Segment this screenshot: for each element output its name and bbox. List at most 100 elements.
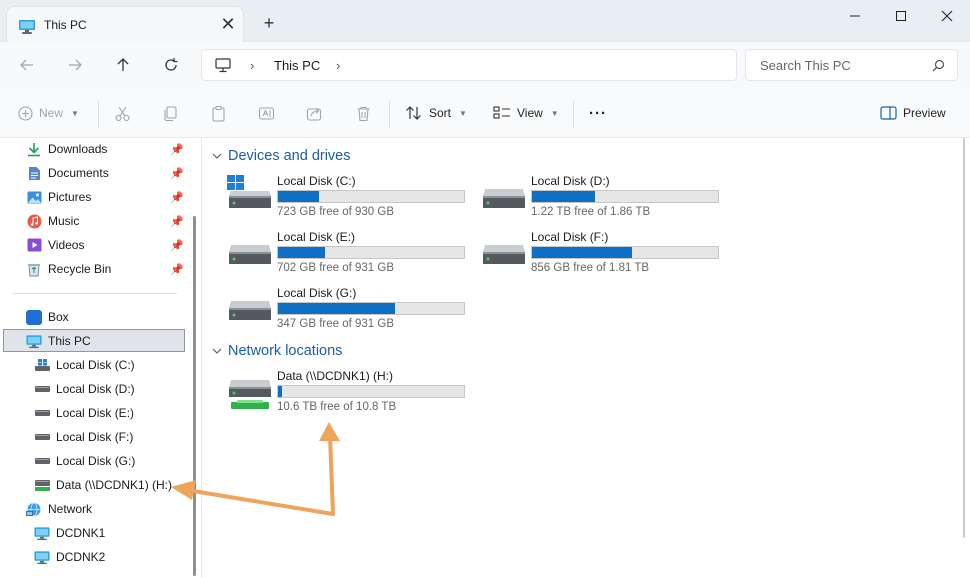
drive-tile-c[interactable]: Local Disk (C:) 723 GB free of 930 GB bbox=[227, 174, 472, 224]
up-button[interactable] bbox=[110, 52, 136, 78]
pin-icon[interactable]: 📌 bbox=[170, 263, 184, 277]
sidebar-item-documents[interactable]: Documents bbox=[26, 162, 109, 184]
arrow-left-icon bbox=[20, 59, 33, 71]
tab-this-pc[interactable]: This PC ✕ bbox=[6, 6, 244, 42]
sidebar-item-dcdnk2[interactable]: DCDNK2 bbox=[34, 546, 105, 568]
new-tab-button[interactable]: + bbox=[258, 12, 280, 34]
sidebar-item-drive-e[interactable]: Local Disk (E:) bbox=[34, 402, 134, 424]
group-devices-and-drives[interactable]: Devices and drives bbox=[212, 146, 351, 166]
windows-drive-icon bbox=[34, 357, 50, 373]
sort-button[interactable]: Sort ▼ bbox=[405, 102, 467, 124]
pin-icon[interactable]: 📌 bbox=[170, 239, 184, 253]
drive-icon bbox=[34, 453, 50, 469]
share-icon bbox=[306, 107, 322, 121]
chevron-down-icon: ▼ bbox=[71, 108, 79, 118]
drive-usage-fill bbox=[278, 247, 325, 258]
forward-button[interactable] bbox=[62, 52, 88, 78]
chevron-right-icon[interactable]: › bbox=[250, 58, 254, 73]
drive-name: Data (\\DCDNK1) (H:) bbox=[277, 369, 394, 383]
drive-tile-h[interactable]: Data (\\DCDNK1) (H:) 10.6 TB free of 10.… bbox=[227, 369, 472, 419]
pin-icon[interactable]: 📌 bbox=[170, 215, 184, 229]
content-scrollbar[interactable] bbox=[963, 138, 965, 538]
sidebar-item-label: Pictures bbox=[48, 190, 92, 204]
delete-button[interactable] bbox=[355, 102, 372, 124]
sidebar-item-label: Downloads bbox=[48, 142, 108, 156]
paste-button[interactable] bbox=[210, 102, 227, 124]
sidebar-item-label: Box bbox=[48, 310, 69, 324]
back-button[interactable] bbox=[14, 52, 40, 78]
sidebar-item-label: Local Disk (F:) bbox=[56, 430, 134, 444]
sidebar-item-label: Documents bbox=[48, 166, 109, 180]
drive-tile-d[interactable]: Local Disk (D:) 1.22 TB free of 1.86 TB bbox=[481, 174, 726, 224]
close-window-button[interactable] bbox=[924, 0, 970, 32]
sidebar-item-drive-f[interactable]: Local Disk (F:) bbox=[34, 426, 133, 448]
computer-icon bbox=[215, 58, 231, 76]
download-icon bbox=[26, 141, 42, 157]
sidebar-item-label: Data (\\DCDNK1) (H:) bbox=[56, 478, 173, 492]
group-network-locations[interactable]: Network locations bbox=[212, 341, 342, 361]
sidebar-item-label: This PC bbox=[48, 334, 91, 348]
minimize-button[interactable] bbox=[832, 0, 878, 32]
drive-free-space: 723 GB free of 930 GB bbox=[277, 206, 394, 218]
tab-close-button[interactable]: ✕ bbox=[217, 13, 239, 35]
toolbar-divider bbox=[98, 100, 99, 128]
pane-divider[interactable] bbox=[201, 138, 202, 578]
toolbar-divider bbox=[389, 100, 390, 128]
drive-name: Local Disk (D:) bbox=[531, 174, 610, 188]
sidebar-item-drive-h[interactable]: Data (\\DCDNK1) (H:) bbox=[34, 474, 172, 496]
group-title: Devices and drives bbox=[228, 148, 351, 164]
rename-button[interactable] bbox=[258, 102, 275, 124]
search-box[interactable]: Search This PC bbox=[745, 49, 958, 81]
sidebar-item-box[interactable]: Box bbox=[26, 306, 69, 328]
tab-title: This PC bbox=[44, 18, 87, 32]
drive-icon bbox=[34, 405, 50, 421]
breadcrumb-this-pc[interactable]: This PC bbox=[274, 58, 320, 73]
sidebar-item-drive-c[interactable]: Local Disk (C:) bbox=[34, 354, 135, 376]
drive-tile-g[interactable]: Local Disk (G:) 347 GB free of 931 GB bbox=[227, 286, 472, 336]
drive-icon bbox=[34, 429, 50, 445]
copy-button[interactable] bbox=[162, 102, 179, 124]
chevron-right-icon[interactable]: › bbox=[336, 58, 340, 73]
sidebar-item-music[interactable]: Music bbox=[26, 210, 79, 232]
address-bar[interactable]: › This PC › bbox=[201, 49, 737, 81]
sidebar-item-label: Videos bbox=[48, 238, 85, 252]
preview-button[interactable]: Preview bbox=[880, 102, 946, 124]
more-options-button[interactable]: ··· bbox=[589, 102, 607, 124]
sidebar-item-drive-d[interactable]: Local Disk (D:) bbox=[34, 378, 135, 400]
new-button[interactable]: New ▼ bbox=[18, 102, 79, 124]
sidebar-item-network[interactable]: Network bbox=[26, 498, 92, 520]
sidebar-item-dcdnk1[interactable]: DCDNK1 bbox=[34, 522, 105, 544]
sidebar-item-label: DCDNK1 bbox=[56, 526, 106, 540]
pin-icon[interactable]: 📌 bbox=[170, 143, 184, 157]
sidebar-item-drive-g[interactable]: Local Disk (G:) bbox=[34, 450, 135, 472]
chevron-down-icon: ▼ bbox=[459, 108, 467, 118]
network-icon bbox=[26, 501, 42, 517]
arrow-right-icon bbox=[69, 59, 82, 71]
pin-icon[interactable]: 📌 bbox=[170, 191, 184, 205]
annotation-arrowhead-up bbox=[319, 422, 340, 441]
sidebar-item-pictures[interactable]: Pictures bbox=[26, 186, 91, 208]
sidebar-scrollbar[interactable] bbox=[193, 216, 196, 576]
drive-tile-e[interactable]: Local Disk (E:) 702 GB free of 931 GB bbox=[227, 230, 472, 280]
cut-button[interactable] bbox=[114, 102, 131, 124]
sidebar-item-videos[interactable]: Videos bbox=[26, 234, 84, 256]
drive-icon bbox=[483, 245, 525, 264]
navigation-pane: Downloads 📌 Documents 📌 Pictures 📌 Music… bbox=[0, 138, 196, 578]
sidebar-item-this-pc[interactable]: This PC bbox=[26, 330, 91, 352]
chevron-down-icon bbox=[212, 348, 224, 354]
view-button[interactable]: View ▼ bbox=[493, 102, 559, 124]
drive-usage-fill bbox=[278, 191, 319, 202]
sidebar-item-recycle-bin[interactable]: Recycle Bin bbox=[26, 258, 111, 280]
monitor-icon bbox=[34, 525, 50, 541]
scissors-icon bbox=[115, 106, 130, 121]
new-label: New bbox=[39, 106, 64, 120]
maximize-button[interactable] bbox=[878, 0, 924, 32]
pin-icon[interactable]: 📌 bbox=[170, 167, 184, 181]
search-input[interactable]: Search This PC bbox=[760, 58, 851, 73]
sidebar-item-downloads[interactable]: Downloads bbox=[26, 138, 107, 160]
drive-tile-f[interactable]: Local Disk (F:) 856 GB free of 1.81 TB bbox=[481, 230, 726, 280]
monitor-icon bbox=[26, 333, 42, 349]
share-button[interactable] bbox=[306, 102, 323, 124]
refresh-button[interactable] bbox=[158, 52, 184, 78]
minimize-icon bbox=[850, 15, 860, 17]
